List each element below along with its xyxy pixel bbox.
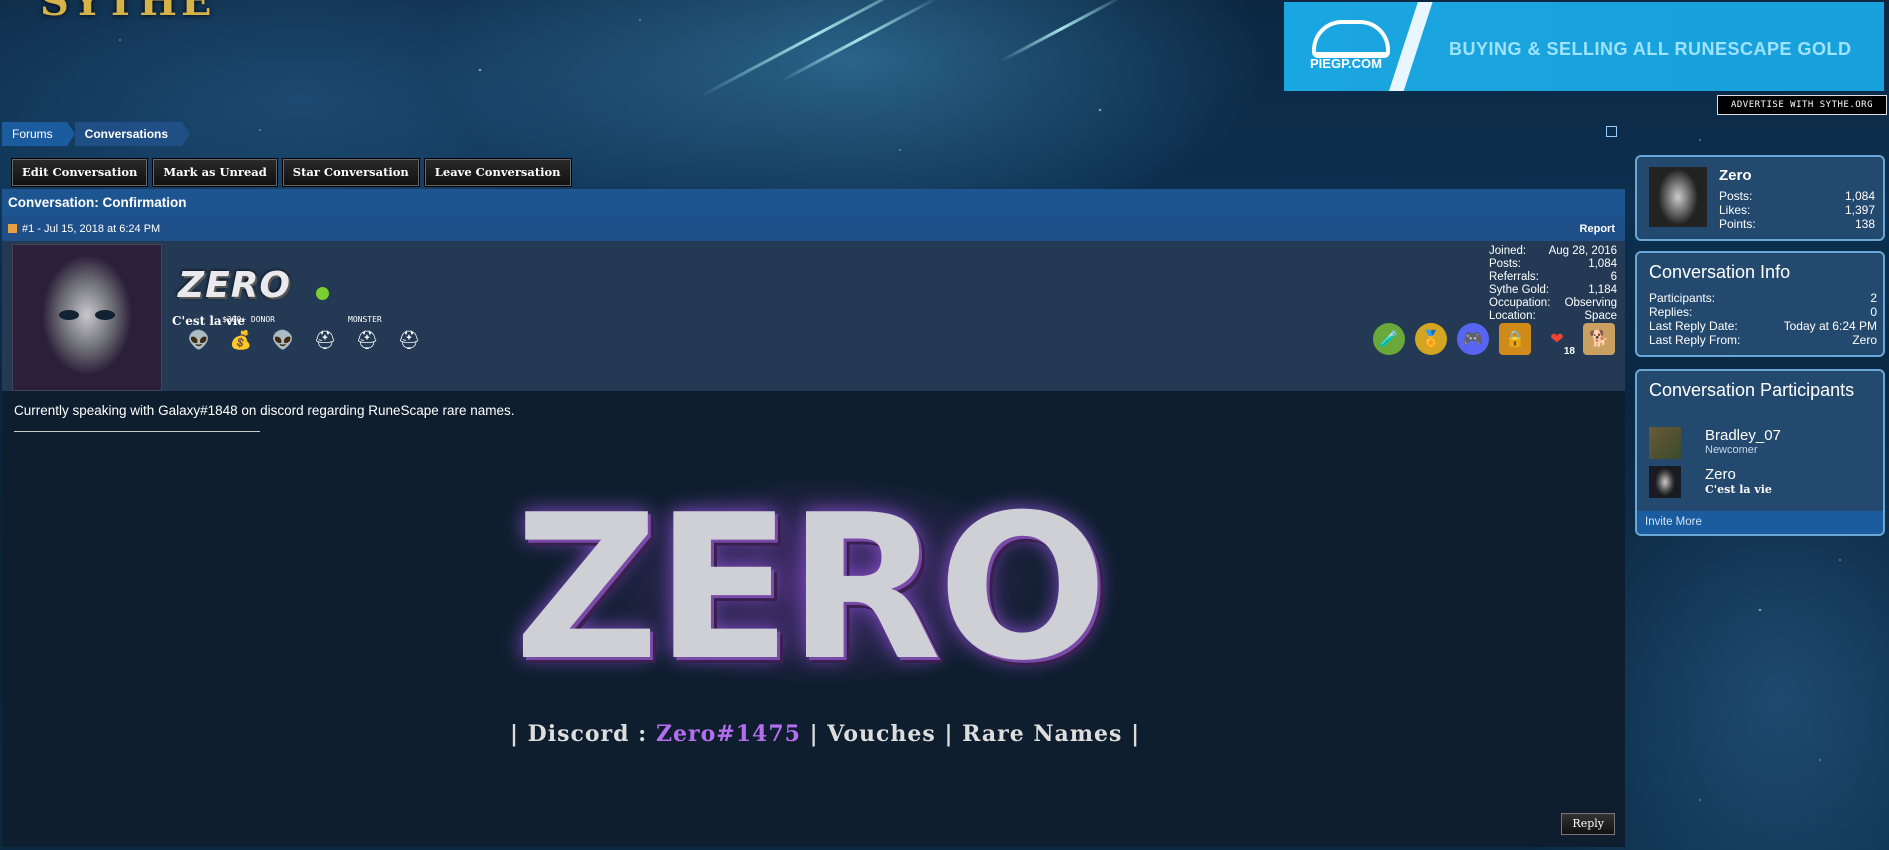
heart-count: 18 bbox=[1563, 346, 1575, 357]
helmet-badge-icon: ⛑ bbox=[313, 329, 337, 350]
heart-icon[interactable]: ❤ 18 bbox=[1541, 323, 1575, 357]
mark-unread-button[interactable]: Mark as Unread bbox=[153, 159, 277, 186]
pie-icon bbox=[1312, 20, 1390, 58]
doge-icon[interactable]: 🐕 bbox=[1583, 323, 1615, 355]
participants-panel: Conversation Participants Bradley_07 New… bbox=[1635, 369, 1885, 536]
discord-icon[interactable]: 🎮 bbox=[1457, 323, 1489, 355]
signature-caption: | Discord : Zero#1475 | Vouches | Rare N… bbox=[510, 721, 1141, 747]
participant-item: Zero C'est la vie bbox=[1649, 466, 1879, 498]
lock-icon[interactable]: 🔒 bbox=[1499, 323, 1531, 355]
site-logo[interactable]: SYTHE bbox=[40, 0, 216, 25]
stat-row: Location: Space bbox=[1489, 310, 1617, 322]
panel-title: Conversation Info bbox=[1649, 262, 1791, 282]
conversation-info-panel: Conversation Info Participants: 2 Replies… bbox=[1635, 251, 1885, 357]
profile-name[interactable]: Zero bbox=[1719, 167, 1752, 184]
stat-row: Joined: Aug 28, 2016 bbox=[1489, 245, 1617, 257]
participant-item: Bradley_07 Newcomer bbox=[1649, 427, 1879, 459]
post-header: #1 - Jul 15, 2018 at 6:24 PM Report bbox=[2, 217, 1625, 241]
ad-divider bbox=[1383, 2, 1435, 91]
ad-tagline: BUYING & SELLING ALL RUNESCAPE GOLD bbox=[1449, 39, 1852, 59]
leave-conversation-button[interactable]: Leave Conversation bbox=[424, 159, 571, 186]
invite-more-link[interactable]: Invite More bbox=[1637, 511, 1883, 534]
info-rows: Participants: 2 Replies: 0 Last Reply Date… bbox=[1649, 291, 1877, 347]
post-user-info: ZERO C'est la vie 👽 $300+ DONOR 💰 👽 ⛑ MON… bbox=[2, 241, 1625, 391]
monster-badge-icon: MONSTER ⛑ bbox=[348, 315, 382, 350]
profile-stats: Posts: 1,084 Likes: 1,397 Points: 138 bbox=[1719, 189, 1875, 231]
signature-image: ZERO | Discord : Zero#1475 | Vouches | R… bbox=[510, 461, 1139, 751]
user-stats: Joined: Aug 28, 2016 Posts: 1,084 Referral… bbox=[1489, 245, 1617, 323]
ad-banner[interactable]: PIEGP.COM BUYING & SELLING ALL RUNESCAPE… bbox=[1284, 2, 1884, 91]
advertise-link[interactable]: ADVERTISE WITH SYTHE.ORG bbox=[1717, 95, 1887, 115]
badge-label-monster: MONSTER bbox=[348, 315, 382, 324]
report-link[interactable]: Report bbox=[1580, 217, 1615, 241]
participant-title: C'est la vie bbox=[1705, 483, 1772, 496]
breadcrumb: Forums Conversations bbox=[2, 122, 191, 146]
gold-donor-badge-icon: $300+ DONOR 💰 bbox=[222, 315, 275, 350]
trophy-icons: 🧪 🏅 🎮 🔒 ❤ 18 🐕 bbox=[1373, 323, 1615, 357]
star-conversation-button[interactable]: Star Conversation bbox=[282, 159, 419, 186]
avatar[interactable] bbox=[1649, 167, 1707, 227]
helmet-badge-icon: ⛑ bbox=[397, 329, 421, 350]
alien-badge-icon: 👽 bbox=[187, 329, 211, 350]
username-banner[interactable]: ZERO bbox=[178, 265, 291, 306]
participant-name[interactable]: Zero bbox=[1705, 466, 1736, 483]
light-streak bbox=[999, 0, 1125, 63]
sidebar-profile: Zero Posts: 1,084 Likes: 1,397 Points: 138 bbox=[1635, 155, 1885, 241]
post-message: Currently speaking with Galaxy#1848 on d… bbox=[14, 403, 515, 418]
conversation-panel: Conversation: Confirmation #1 - Jul 15, … bbox=[2, 189, 1625, 847]
participant-name[interactable]: Bradley_07 bbox=[1705, 427, 1781, 444]
alien-eye bbox=[95, 310, 115, 320]
online-status-icon bbox=[316, 287, 329, 300]
post-meta[interactable]: #1 - Jul 15, 2018 at 6:24 PM bbox=[22, 223, 160, 235]
post-body: Currently speaking with Galaxy#1848 on d… bbox=[2, 391, 1625, 847]
signature-logo: ZERO bbox=[514, 472, 1108, 705]
light-streak bbox=[699, 0, 931, 98]
stat-row: Posts: 1,084 bbox=[1489, 258, 1617, 270]
conversation-toolbar: Edit Conversation Mark as Unread Star Co… bbox=[12, 159, 571, 186]
signature-divider bbox=[14, 431, 260, 432]
conversation-title: Conversation: Confirmation bbox=[2, 189, 1625, 217]
panel-title: Conversation Participants bbox=[1649, 380, 1855, 400]
alien-eye bbox=[59, 310, 79, 320]
avatar[interactable] bbox=[12, 244, 162, 391]
stat-row: Sythe Gold: 1,184 bbox=[1489, 284, 1617, 296]
stat-row: Occupation: Observing bbox=[1489, 297, 1617, 309]
badge-label-donor: $300+ DONOR bbox=[222, 315, 275, 324]
expand-icon[interactable] bbox=[1606, 126, 1617, 137]
reply-button[interactable]: Reply bbox=[1561, 813, 1615, 835]
stat-row: Referrals: 6 bbox=[1489, 271, 1617, 283]
breadcrumb-conversations[interactable]: Conversations bbox=[74, 122, 191, 146]
avatar[interactable] bbox=[1649, 466, 1681, 498]
user-badges: 👽 $300+ DONOR 💰 👽 ⛑ MONSTER ⛑ ⛑ bbox=[184, 315, 424, 355]
alien-badge-icon: 👽 bbox=[271, 329, 295, 350]
participant-title: Newcomer bbox=[1705, 444, 1758, 456]
breadcrumb-forums[interactable]: Forums bbox=[2, 122, 75, 146]
avatar[interactable] bbox=[1649, 427, 1681, 459]
potion-icon[interactable]: 🧪 bbox=[1373, 323, 1405, 355]
new-post-icon bbox=[8, 224, 17, 233]
ad-brand: PIEGP.COM bbox=[1310, 56, 1383, 71]
edit-conversation-button[interactable]: Edit Conversation bbox=[12, 159, 148, 186]
medal-icon[interactable]: 🏅 bbox=[1415, 323, 1447, 355]
